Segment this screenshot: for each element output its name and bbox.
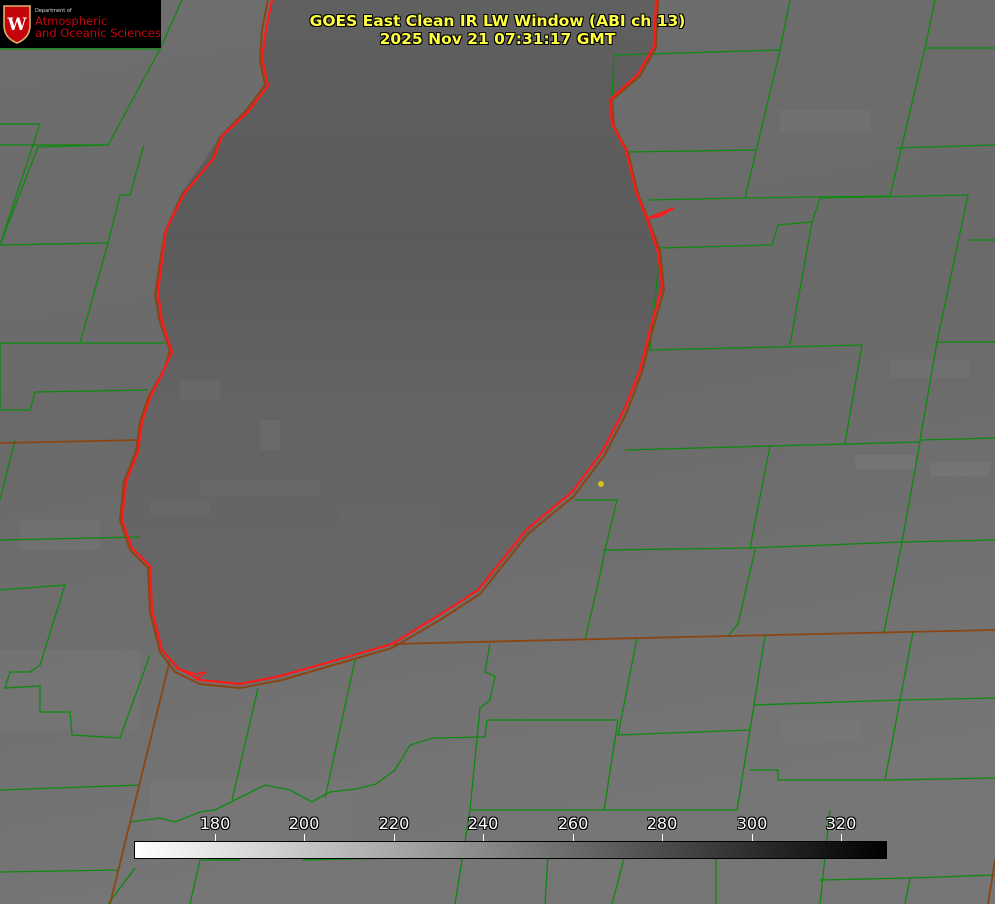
colorbar-tick-label: 320	[825, 814, 857, 833]
colorbar-tick-label: 180	[199, 814, 231, 833]
colorbar-tick-label: 300	[736, 814, 768, 833]
title-line-2: 2025 Nov 21 07:31:17 GMT	[379, 30, 616, 48]
image-title: GOES East Clean IR LW Window (ABI ch 13)…	[0, 12, 995, 48]
satellite-map	[0, 0, 995, 904]
title-line-1: GOES East Clean IR LW Window (ABI ch 13)	[309, 12, 686, 30]
colorbar-tick-label: 220	[378, 814, 410, 833]
location-marker	[598, 481, 604, 487]
colorbar-tick-label: 280	[646, 814, 678, 833]
colorbar-tick-label: 200	[288, 814, 320, 833]
colorbar-tick-label: 240	[467, 814, 499, 833]
colorbar-tick-label: 260	[557, 814, 589, 833]
temperature-colorbar	[134, 841, 887, 859]
colorbar-ticks: 180 200 220 240 260 280 300 320	[0, 814, 995, 842]
